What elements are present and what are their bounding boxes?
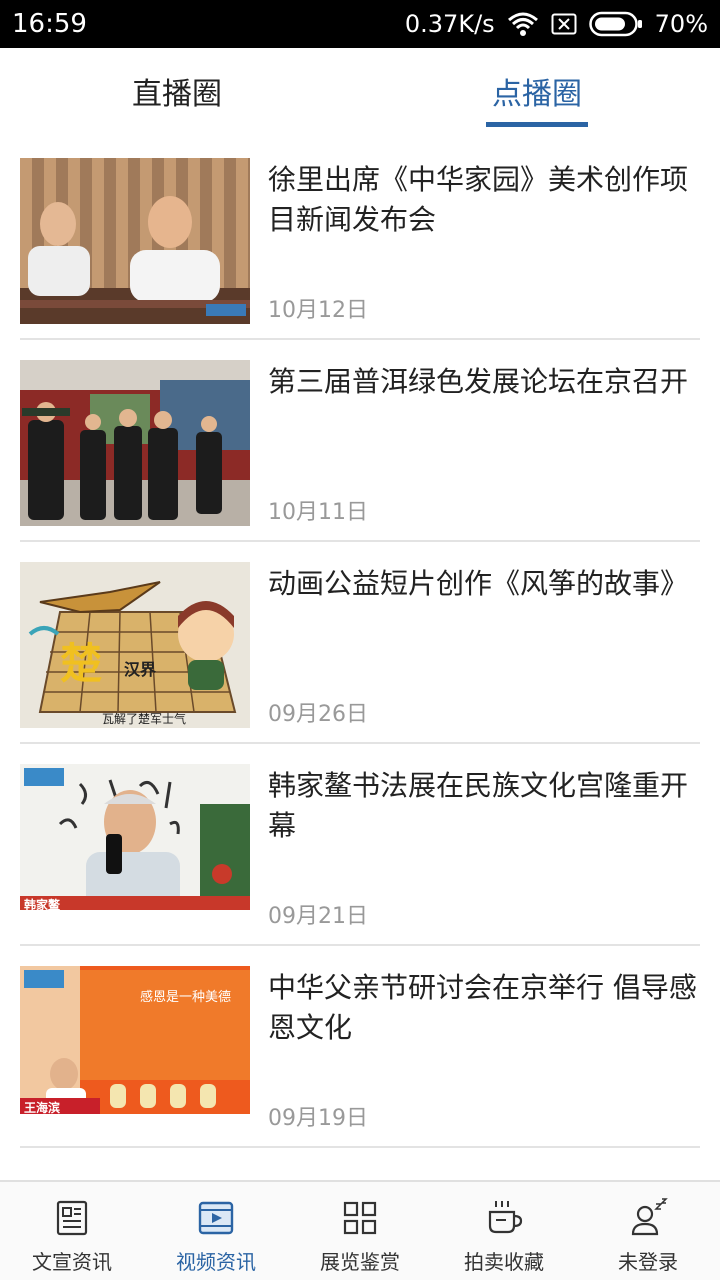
news-title: 中华父亲节研讨会在京举行 倡导感恩文化: [268, 971, 697, 1044]
thumb-speaker-name: 王海滨: [24, 1101, 61, 1115]
news-title: 徐里出席《中华家园》美术创作项目新闻发布会: [268, 163, 689, 236]
network-speed: 0.37K/s: [404, 10, 495, 38]
nav-item-exhibition[interactable]: 展览鉴赏: [288, 1182, 432, 1280]
nav-label: 未登录: [618, 1250, 678, 1274]
nav-label: 拍卖收藏: [464, 1250, 544, 1274]
news-thumbnail: 感恩是一种美德 王海滨: [20, 966, 250, 1132]
news-thumbnail: 楚 汉界 瓦解了楚军士气: [20, 562, 250, 728]
nav-item-auction[interactable]: 拍卖收藏: [432, 1182, 576, 1280]
news-date: 10月12日: [268, 298, 368, 323]
user-sleep-icon: [631, 1198, 668, 1236]
battery-icon: [588, 11, 643, 37]
news-date: 09月19日: [268, 1106, 368, 1131]
status-bar: 16:59 0.37K/s 70%: [0, 0, 720, 48]
news-title: 动画公益短片创作《风筝的故事》: [268, 567, 689, 600]
nav-item-login[interactable]: 未登录: [576, 1182, 720, 1280]
nav-item-video[interactable]: 视频资讯: [144, 1182, 288, 1280]
news-item[interactable]: 感恩是一种美德 王海滨 中华父亲节研讨会在京举行 倡导感恩文化 09月19日: [20, 946, 700, 1148]
news-thumbnail: 韩家鳌: [20, 764, 250, 930]
news-list: 徐里出席《中华家园》美术创作项目新闻发布会 10月12日 第三届普洱绿色发展论坛…: [20, 138, 700, 1148]
news-item[interactable]: 韩家鳌 韩家鳌书法展在民族文化宫隆重开幕 09月21日: [20, 744, 700, 946]
bottom-nav: 文宣资讯 视频资讯 展览鉴赏 拍卖收藏 未登录: [0, 1180, 720, 1280]
thumb-han-border: 汉界: [124, 660, 157, 679]
nav-label: 展览鉴赏: [320, 1250, 400, 1274]
news-thumbnail: [20, 360, 250, 526]
no-sim-icon: [551, 13, 577, 35]
news-title: 韩家鳌书法展在民族文化宫隆重开幕: [268, 769, 689, 842]
status-indicators: 0.37K/s 70%: [405, 8, 708, 40]
tab-live[interactable]: 直播圈: [88, 48, 266, 134]
news-item[interactable]: 楚 汉界 瓦解了楚军士气 动画公益短片创作《风筝的故事》 09月26日: [20, 542, 700, 744]
wifi-icon: [507, 11, 539, 37]
news-date: 09月21日: [268, 904, 368, 929]
active-tab-indicator: [486, 122, 588, 127]
tab-bar: 直播圈 点播圈: [0, 48, 720, 134]
news-item[interactable]: 徐里出席《中华家园》美术创作项目新闻发布会 10月12日: [20, 138, 700, 340]
video-icon: [198, 1201, 234, 1235]
thumb-banner-text: 感恩是一种美德: [140, 990, 232, 1005]
thumb-caption: 瓦解了楚军士气: [102, 712, 187, 726]
nav-label: 文宣资讯: [32, 1250, 112, 1274]
grid-icon: [343, 1201, 377, 1235]
news-date: 09月26日: [268, 702, 368, 727]
coffee-cup-icon: [488, 1201, 523, 1234]
news-item[interactable]: 第三届普洱绿色发展论坛在京召开 10月11日: [20, 340, 700, 542]
newspaper-icon: [56, 1200, 88, 1236]
news-date: 10月11日: [268, 500, 368, 525]
thumb-speaker-name: 韩家鳌: [24, 898, 61, 912]
news-thumbnail: [20, 158, 250, 324]
nav-item-news[interactable]: 文宣资讯: [0, 1182, 144, 1280]
status-time: 16:59: [12, 9, 87, 39]
nav-label: 视频资讯: [176, 1250, 256, 1274]
battery-level: 70%: [654, 10, 708, 38]
thumb-chess-char: 楚: [60, 639, 103, 688]
news-title: 第三届普洱绿色发展论坛在京召开: [268, 365, 689, 398]
